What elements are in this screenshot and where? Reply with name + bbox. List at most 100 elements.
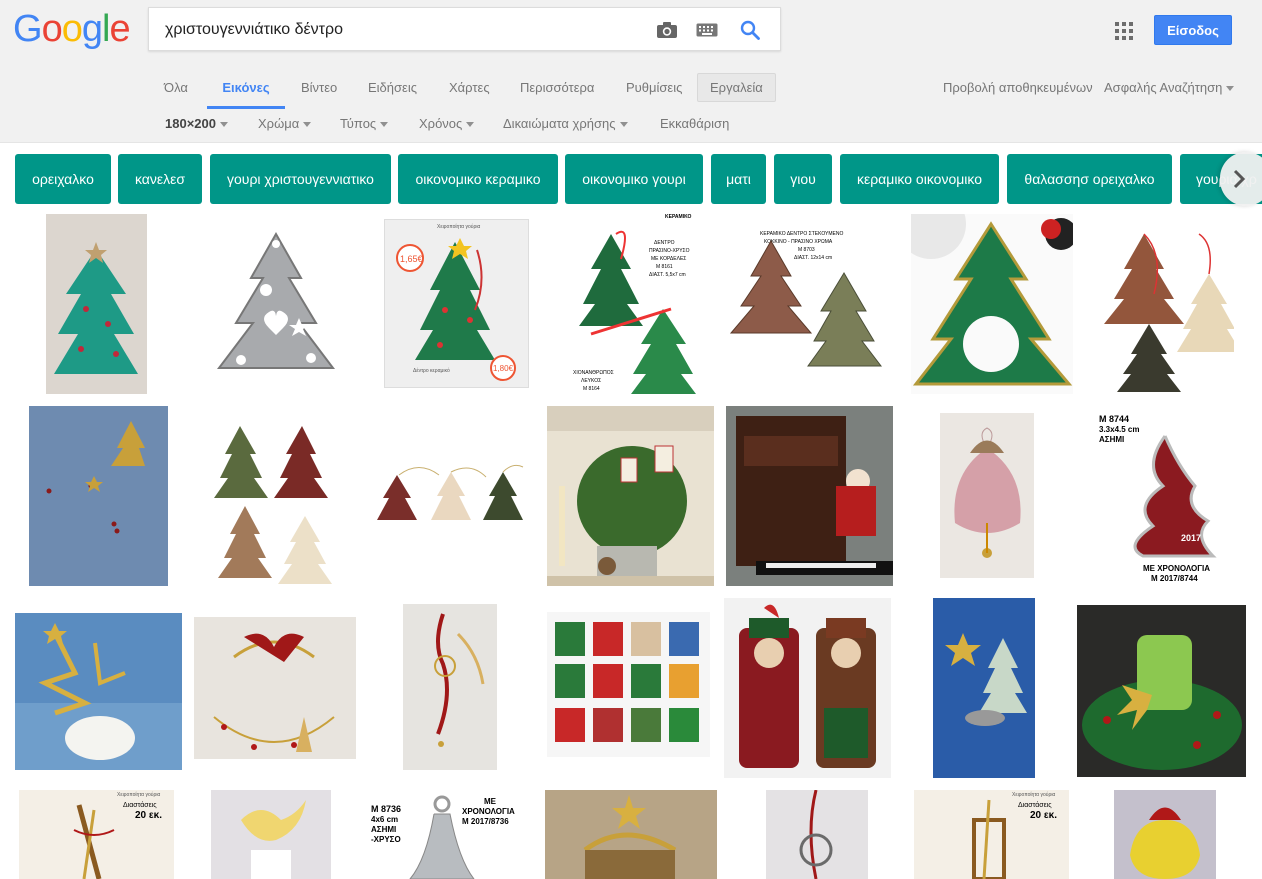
image-result[interactable] xyxy=(547,406,714,586)
chip[interactable]: γιου xyxy=(774,154,832,204)
tool-type-label: Τύπος xyxy=(340,116,377,131)
thumb-text: ΔΙΑΣΤ. 5,5x7 cm xyxy=(649,272,686,278)
thumb-text: Διαστάσεις xyxy=(123,801,157,809)
image-result[interactable] xyxy=(726,406,893,586)
tab-maps[interactable]: Χάρτες xyxy=(449,72,490,109)
thumb-text: Μ 8744 xyxy=(1099,414,1129,424)
thumb-text: Μ 8736 xyxy=(371,804,401,814)
chip[interactable]: γουρι χριστουγεννιατικο xyxy=(210,154,391,204)
thumb-text: ΜΕ ΧΡΟΝΟΛΟΓΙΑ xyxy=(1143,564,1210,573)
thumb-text: Μ 8164 xyxy=(583,386,600,392)
thumb-text: Μ 8161 xyxy=(656,264,673,270)
image-result[interactable] xyxy=(46,214,147,394)
image-result[interactable]: Μ 8744 3.3x4.5 cm ΑΣΗΜΙ 2017 ΜΕ ΧΡΟΝΟΛΟΓΙΑ Μ … xyxy=(1083,406,1245,586)
tool-type[interactable]: Τύπος xyxy=(340,116,389,131)
safe-search-label: Ασφαλής Αναζήτηση xyxy=(1104,80,1223,95)
tool-rights-label: Δικαιώματα χρήσης xyxy=(503,116,616,131)
thumb-text: ΑΣΗΜΙ xyxy=(1099,435,1124,444)
related-chips: ορειχαλκο κανελεσ γουρι χριστουγεννιατικ… xyxy=(0,154,1262,206)
image-result[interactable] xyxy=(911,214,1073,394)
image-result[interactable] xyxy=(724,598,891,778)
chevron-right-icon xyxy=(1233,169,1246,189)
tab-videos[interactable]: Βίντεο xyxy=(301,72,337,109)
chip[interactable]: κανελεσ xyxy=(118,154,202,204)
image-result[interactable] xyxy=(766,790,868,879)
thumb-text: ΛΕΥΚΟΣ xyxy=(581,378,601,384)
google-logo[interactable]: Google xyxy=(13,8,131,50)
logo-letter: o xyxy=(41,8,63,50)
image-result[interactable]: ΚΕΡΑΜΙΚΟ ΔΕΝΤΡΟ ΠΡΑΣΙΝΟ-ΧΡΥΣΟ ΜΕ ΚΟΡΔΕΛΕΣ Μ … xyxy=(571,214,699,394)
chevron-down-icon xyxy=(466,122,475,128)
tool-clear[interactable]: Εκκαθάριση xyxy=(660,116,729,131)
tool-color[interactable]: Χρώμα xyxy=(258,116,312,131)
image-result[interactable] xyxy=(1077,605,1246,777)
search-input[interactable] xyxy=(165,18,645,42)
chip[interactable]: ορειχαλκο xyxy=(15,154,111,204)
thumb-text: Διαστάσεις xyxy=(1018,801,1052,809)
image-result[interactable] xyxy=(210,406,341,586)
image-result[interactable] xyxy=(15,613,182,770)
chip[interactable]: ματι xyxy=(711,154,766,204)
tool-size[interactable]: 180×200 xyxy=(165,116,228,131)
image-result[interactable]: Χειροποίητα γούρια Διαστάσεις 20 εκ. xyxy=(914,790,1069,879)
keyboard-icon[interactable] xyxy=(695,18,719,42)
thumb-text: ΠΡΑΣΙΝΟ-ΧΡΥΣΟ xyxy=(649,248,690,254)
image-result[interactable] xyxy=(194,617,356,759)
image-result[interactable] xyxy=(933,598,1035,778)
chip[interactable]: οικονομικο γουρι xyxy=(565,154,703,204)
logo-letter: g xyxy=(81,8,103,50)
thumb-text: -ΧΡΥΣΟ xyxy=(371,835,401,844)
thumb-text: Μ 2017/8736 xyxy=(462,817,509,826)
thumb-text: 3.3x4.5 cm xyxy=(1099,425,1139,434)
camera-icon[interactable] xyxy=(655,18,679,42)
tool-rights[interactable]: Δικαιώματα χρήσης xyxy=(503,116,628,131)
logo-letter: o xyxy=(61,8,83,50)
logo-letter: G xyxy=(13,8,43,50)
chips-next-button[interactable] xyxy=(1220,152,1262,206)
image-result[interactable]: Χειροποίητα γούρια Διαστάσεις 20 εκ. xyxy=(19,790,174,879)
thumb-text: ΜΕ ΚΟΡΔΕΛΕΣ xyxy=(651,256,686,262)
thumb-text: Μ 8703 xyxy=(798,247,815,253)
tool-size-label: 180×200 xyxy=(165,116,216,131)
thumb-text: 20 εκ. xyxy=(135,810,162,821)
thumb-text: Χειροποίητα γούρια xyxy=(117,791,160,798)
thumb-text: ΧΡΟΝΟΛΟΓΙΑ xyxy=(462,807,515,816)
tab-settings[interactable]: Ρυθμίσεις xyxy=(626,72,682,109)
image-result[interactable] xyxy=(211,228,341,380)
image-result[interactable] xyxy=(547,612,710,757)
tab-more[interactable]: Περισσότερα xyxy=(520,72,594,109)
thumb-text: 1,65€ xyxy=(400,254,423,264)
image-result[interactable]: ΚΕΡΑΜΙΚΟ ΔΕΝΤΡΟ ΣΤΕΚΟΥΜΕΝΟ ΚΟΚΚΙΝΟ - ΠΡΑΣ… xyxy=(726,221,893,387)
tab-tools[interactable]: Εργαλεία xyxy=(697,73,776,102)
apps-grid-icon[interactable] xyxy=(1115,22,1133,40)
saved-images-link[interactable]: Προβολή αποθηκευμένων xyxy=(943,80,1093,95)
tool-time[interactable]: Χρόνος xyxy=(419,116,475,131)
thumb-text: Μ 2017/8744 xyxy=(1151,574,1198,583)
chip[interactable]: θαλασσησ ορειχαλκο xyxy=(1007,154,1172,204)
image-result[interactable]: Μ 8736 4x6 cm ΑΣΗΜΙ -ΧΡΥΣΟ ΜΕ ΧΡΟΝΟΛΟΓΙΑ Μ 201… xyxy=(364,790,522,879)
thumb-text: 2017 xyxy=(1181,533,1201,543)
thumb-text: ΜΕ xyxy=(484,797,497,806)
tab-images[interactable]: Εικόνες xyxy=(207,72,285,109)
thumb-text: 20 εκ. xyxy=(1030,810,1057,821)
signin-button[interactable]: Είσοδος xyxy=(1154,15,1232,45)
image-result[interactable] xyxy=(1114,790,1216,879)
tab-all[interactable]: Όλα xyxy=(164,72,188,109)
image-result[interactable] xyxy=(211,790,331,879)
image-result[interactable] xyxy=(545,790,717,879)
safe-search-menu[interactable]: Ασφαλής Αναζήτηση xyxy=(1104,80,1235,95)
top-header: Google Είσοδος Όλα Εικόνες Βίντεο Ειδήσε… xyxy=(0,0,1262,143)
thumb-text: Χειροποίητα γούρια xyxy=(437,223,480,230)
image-result[interactable] xyxy=(29,406,168,586)
chip[interactable]: οικονομικο κεραμικο xyxy=(398,154,558,204)
image-result[interactable] xyxy=(940,413,1034,578)
thumb-text: ΚΕΡΑΜΙΚΟ ΔΕΝΤΡΟ ΣΤΕΚΟΥΜΕΝΟ xyxy=(760,231,843,237)
chip[interactable]: κεραμικο οικονομικο xyxy=(840,154,999,204)
magnifier-icon[interactable] xyxy=(738,18,762,42)
image-result[interactable] xyxy=(403,604,497,770)
image-result[interactable] xyxy=(369,460,531,530)
thumb-text: ΧΙΟΝΑΝΘΡΩΠΟΣ xyxy=(573,370,614,376)
tab-news[interactable]: Ειδήσεις xyxy=(368,72,417,109)
image-result[interactable]: Χειροποίητα γούρια 1,65€ Δέντρο κεραμικό 1,… xyxy=(384,219,529,388)
image-result[interactable] xyxy=(1099,214,1234,394)
